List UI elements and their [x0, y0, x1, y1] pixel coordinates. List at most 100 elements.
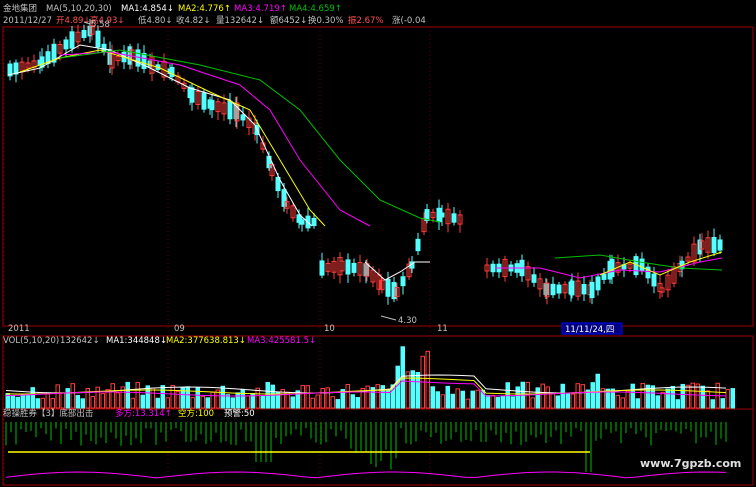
candle-body	[299, 219, 305, 225]
candle-body	[451, 213, 457, 223]
candle-body	[531, 274, 537, 283]
candle-body	[589, 281, 595, 299]
volume-bar	[270, 384, 275, 409]
candle-body	[651, 273, 657, 287]
cursor-date: 11/11/24,四	[565, 325, 614, 335]
candle-body	[556, 284, 562, 294]
candle-body	[595, 276, 601, 291]
volume-bar	[450, 393, 455, 409]
candle-body	[550, 283, 556, 296]
stock-chart[interactable]: 金地集团 MA(5,10,20,30) MA1:4.854↓ MA2:4.776…	[0, 0, 756, 487]
volume-bar	[500, 395, 505, 409]
volume-bar	[555, 395, 560, 409]
volume-bar	[630, 383, 635, 409]
candle-body	[639, 258, 645, 272]
volume-bar	[240, 388, 245, 409]
candle-body	[69, 31, 75, 49]
candle-body	[439, 212, 445, 218]
info-amount: 额6452↓	[270, 15, 307, 26]
info-turnover: 换0.30%	[308, 15, 344, 26]
volume-bar	[560, 383, 565, 409]
volume-bar	[445, 385, 450, 409]
info-date: 2011/12/27	[3, 16, 52, 26]
volume-bar	[160, 385, 165, 409]
volume-bar	[235, 392, 240, 409]
volume-bar	[665, 388, 670, 409]
volume-bar	[495, 396, 500, 409]
info-low: 低4.80↓	[138, 15, 173, 26]
info-amplitude: 振2.67%	[348, 15, 384, 26]
volume-bar	[720, 398, 725, 409]
high-price-label: 5.58	[91, 20, 110, 30]
volume-bar	[700, 385, 705, 409]
volume-bar	[225, 394, 230, 409]
volume-bar	[25, 393, 30, 409]
indicator-alert: 预警:50	[224, 408, 255, 419]
vol-label: VOL(5,10,20)	[3, 336, 59, 346]
candle-body	[415, 238, 421, 252]
vol-ma1: MA1:344848↓	[106, 336, 167, 346]
volume-bar	[355, 396, 360, 409]
ma2-value: MA2:4.776↑	[178, 4, 231, 14]
candle-body	[581, 283, 587, 295]
volume-bar	[30, 387, 35, 409]
volume-bar	[35, 398, 40, 409]
candle-body	[490, 263, 496, 273]
volume-bar	[220, 385, 225, 409]
volume-bar	[565, 393, 570, 409]
candle-body	[209, 99, 215, 111]
volume-bar	[145, 385, 150, 409]
candle-body	[385, 278, 391, 297]
volume-bar	[435, 391, 440, 409]
vol-value: 132642↓	[60, 336, 100, 346]
info-open: 开4.89↓	[56, 16, 91, 26]
candle-body	[63, 39, 69, 50]
volume-bar	[290, 396, 295, 409]
candle-body	[717, 239, 723, 251]
volume-bar	[535, 387, 540, 409]
volume-bar	[470, 390, 475, 409]
volume-bar	[20, 394, 25, 409]
candle-body	[169, 67, 175, 77]
volume-bar	[430, 386, 435, 409]
candle-body	[189, 87, 195, 103]
volume-bar	[125, 381, 130, 409]
volume-bar	[650, 385, 655, 409]
candle-body	[227, 100, 233, 120]
volume-bar	[675, 399, 680, 409]
volume-bar	[515, 386, 520, 409]
candle-body	[13, 62, 19, 75]
candle-body	[81, 29, 87, 39]
candle-body	[601, 273, 607, 280]
candle-body	[569, 280, 575, 296]
volume-bar	[155, 397, 160, 409]
indicator-name: 稳操胜券【3】底部出击	[3, 408, 93, 419]
candle-body	[400, 276, 406, 287]
volume-bar	[350, 394, 355, 409]
ma3-value: MA3:4.719↑	[234, 4, 287, 14]
candle-body	[319, 260, 325, 276]
volume-bar	[730, 388, 735, 409]
candle-body	[201, 92, 207, 110]
volume-bar	[15, 396, 20, 409]
volume-bar	[65, 388, 70, 409]
volume-bar	[80, 398, 85, 409]
info-volume: 量132642↓	[216, 16, 264, 26]
low-price-label: 4.30	[398, 316, 417, 326]
volume-bar	[460, 390, 465, 409]
volume-bar	[655, 395, 660, 409]
ma1-value: MA1:4.854↓	[121, 4, 174, 14]
volume-bar	[485, 395, 490, 409]
ma4-value: MA4:4.659↑	[289, 4, 342, 14]
volume-bar	[75, 395, 80, 409]
info-change: 涨(-0.04	[392, 15, 426, 26]
volume-bar	[205, 397, 210, 409]
volume-bar	[710, 399, 715, 409]
candle-body	[345, 259, 351, 275]
xaxis-label-2011: 2011	[8, 324, 30, 334]
candle-body	[609, 258, 615, 278]
candle-body	[240, 114, 246, 121]
candle-body	[311, 217, 317, 227]
watermark: www.7gpzb.com	[640, 457, 741, 470]
ma-label: MA(5,10,20,30)	[46, 4, 112, 14]
